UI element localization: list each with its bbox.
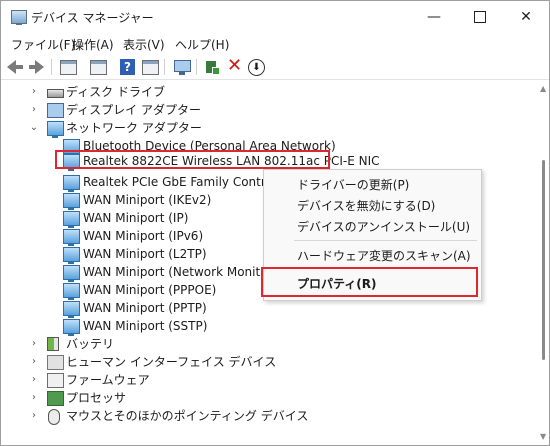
device-label: WAN Miniport (IPv6) [83,229,204,243]
chevron-down-icon[interactable]: ⌄ [29,119,39,137]
title-bar: デバイス マネージャー — ✕ [1,1,549,33]
tree-device-item[interactable]: WAN Miniport (SSTP) [1,317,537,336]
device-label: WAN Miniport (Network Monitor) [83,265,278,279]
menu-action[interactable]: 操作(A) [72,36,114,53]
menu-bar: ファイル(F) 操作(A) 表示(V) ヘルプ(H) [1,33,549,55]
scan-hardware-monitor-icon[interactable] [173,58,191,76]
close-window-button[interactable]: ✕ [503,1,549,33]
window-title: デバイス マネージャー [31,11,154,25]
list-view-icon[interactable] [89,58,107,76]
tree-category-processors[interactable]: › プロセッサ [1,389,537,407]
tree-category-network-adapters[interactable]: ⌄ ネットワーク アダプター [1,119,537,138]
battery-icon [47,337,59,351]
device-label: WAN Miniport (IP) [83,211,189,225]
device-manager-window: デバイス マネージャー — ✕ ファイル(F) 操作(A) 表示(V) ヘルプ(… [0,0,550,446]
chevron-right-icon[interactable]: › [29,83,39,101]
device-label: WAN Miniport (PPPOE) [83,283,217,297]
properties-view-icon[interactable] [141,58,159,76]
context-menu-update-driver[interactable]: ドライバーの更新(P) [297,178,409,192]
menu-view[interactable]: 表示(V) [123,36,165,53]
firmware-icon [47,373,64,388]
processor-icon [47,391,64,406]
tree-category-hid[interactable]: › ヒューマン インターフェイス デバイス [1,353,537,371]
display-adapter-icon [47,103,64,118]
network-adapter-icon [63,175,80,192]
show-hide-console-tree-icon[interactable] [59,58,77,76]
device-label: Realtek PCIe GbE Family Controller [83,175,292,189]
chevron-right-icon[interactable]: › [29,389,39,407]
network-adapter-icon [63,283,80,300]
scroll-up-icon[interactable]: ▲ [540,84,546,93]
tree-category-label: ディスプレイ アダプター [66,103,201,117]
device-label: WAN Miniport (IKEv2) [83,193,212,207]
tree-category-label: ヒューマン インターフェイス デバイス [66,355,277,369]
selected-device-highlight [55,150,330,169]
chevron-right-icon[interactable]: › [29,407,39,425]
mouse-icon [48,409,60,425]
network-adapter-icon [47,121,64,138]
disk-drive-icon [47,89,64,98]
network-adapter-icon [63,265,80,282]
device-label: WAN Miniport (L2TP) [83,247,207,261]
tree-category-disk-drives[interactable]: › ディスク ドライブ [1,83,537,101]
vertical-scrollbar[interactable]: ▲ ▼ [538,80,549,445]
network-adapter-icon [63,211,80,228]
chevron-right-icon[interactable]: › [29,335,39,353]
tree-category-label: ディスク ドライブ [66,85,165,99]
scrollbar-thumb[interactable] [542,160,545,360]
forward-arrow-icon[interactable] [28,58,46,76]
uninstall-device-icon[interactable]: ✕ [225,56,243,76]
chevron-right-icon[interactable]: › [29,101,39,119]
toolbar: ? ✕ ⬇ [1,55,549,80]
menu-help[interactable]: ヘルプ(H) [175,36,229,53]
context-menu-uninstall-device[interactable]: デバイスのアンインストール(U) [297,220,470,234]
context-menu-scan-hardware[interactable]: ハードウェア変更のスキャン(A) [297,249,471,263]
device-manager-app-icon [11,10,27,25]
chevron-right-icon[interactable]: › [29,371,39,389]
context-menu-separator [294,240,477,241]
context-menu-disable-device[interactable]: デバイスを無効にする(D) [297,199,435,213]
enable-device-icon[interactable]: ⬇ [247,58,265,76]
toolbar-separator [164,59,165,75]
chevron-right-icon[interactable]: › [29,353,39,371]
network-adapter-icon [63,193,80,210]
maximize-button[interactable] [457,1,503,33]
tree-category-label: バッテリ [66,337,115,351]
tree-category-label: マウスとそのほかのポインティング デバイス [66,409,309,423]
scroll-down-icon[interactable]: ▼ [540,432,546,441]
hid-icon [47,355,64,370]
tree-category-firmware[interactable]: › ファームウェア [1,371,537,389]
network-adapter-icon [63,247,80,264]
update-driver-icon[interactable] [203,58,221,76]
network-adapter-icon [63,319,80,336]
back-arrow-icon[interactable] [6,58,24,76]
tree-category-mice[interactable]: › マウスとそのほかのポインティング デバイス [1,407,537,425]
device-label: WAN Miniport (SSTP) [83,319,208,333]
properties-highlight [261,267,478,297]
network-adapter-icon [63,229,80,246]
tree-category-label: ファームウェア [66,373,150,387]
tree-category-display-adapters[interactable]: › ディスプレイ アダプター [1,101,537,119]
tree-category-label: ネットワーク アダプター [66,121,202,135]
tree-category-batteries[interactable]: › バッテリ [1,335,537,353]
tree-device-item[interactable]: WAN Miniport (PPTP) [1,299,537,318]
device-label: WAN Miniport (PPTP) [83,301,207,315]
toolbar-separator [51,59,52,75]
tree-category-label: プロセッサ [66,391,127,405]
minimize-button[interactable]: — [411,1,457,33]
help-icon[interactable]: ? [119,58,137,76]
menu-file[interactable]: ファイル(F) [11,36,75,53]
network-adapter-icon [63,301,80,318]
toolbar-separator [196,59,197,75]
